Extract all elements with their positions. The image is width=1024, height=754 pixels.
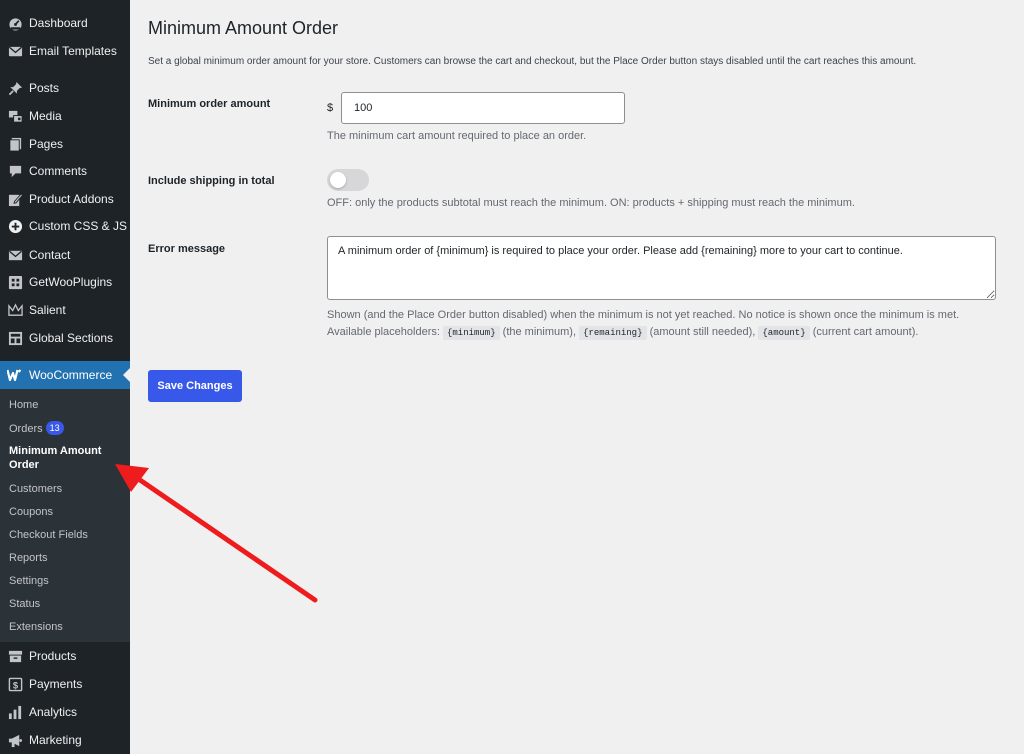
error-help-line1: Shown (and the Place Order button disabl… [327,309,960,321]
archive-icon [7,648,23,664]
sidebar-item-product-addons[interactable]: Product Addons [0,185,130,213]
bar-chart-icon [7,704,23,720]
submenu-item-checkout-fields[interactable]: Checkout Fields [9,528,124,542]
sidebar-item-label: Global Sections [29,331,114,345]
sidebar-item-label: Payments [29,677,83,691]
min-amount-help: The minimum cart amount required to plac… [327,130,587,142]
sidebar-item-marketing[interactable]: Marketing [0,726,130,754]
sidebar-item-comments[interactable]: Comments [0,157,130,185]
sidebar-item-label: Product Addons [29,192,114,206]
currency-symbol: $ [327,102,334,114]
sidebar-item-label: Custom CSS & JS [29,219,128,233]
page-description: Set a global minimum order amount for yo… [148,56,917,67]
page-title: Minimum Amount Order [148,18,339,38]
orders-count-badge: 13 [45,421,64,435]
dollar-icon: $ [7,676,23,692]
sidebar-item-label: Email Templates [29,44,117,58]
comment-icon [7,163,23,179]
submenu-item-label: Orders [9,423,43,435]
sidebar-item-payments[interactable]: $ Payments [0,670,130,698]
sidebar-item-label: Contact [29,248,71,262]
min-amount-label: Minimum order amount [148,98,271,110]
sidebar-item-label: WooCommerce [29,368,113,382]
edit-icon [7,191,23,207]
sidebar-item-label: Salient [29,303,66,317]
submenu-item-extensions[interactable]: Extensions [9,620,124,634]
submenu-item-coupons[interactable]: Coupons [9,505,124,519]
layout-icon [7,330,23,346]
dashboard-icon [7,15,23,31]
submenu-item-customers[interactable]: Customers [9,482,124,496]
shipping-label: Include shipping in total [148,175,275,187]
submenu-item-orders[interactable]: Orders 13 [9,421,124,436]
sidebar-item-woocommerce[interactable]: WooCommerce [0,361,130,389]
submenu-item-minimum-amount-order[interactable]: Minimum Amount Order [9,444,124,472]
grid-icon [7,274,23,290]
placeholder-amount-desc: (current cart amount). [812,326,919,338]
envelope-icon [7,247,23,263]
sidebar-item-dashboard[interactable]: Dashboard [0,9,130,37]
submenu-item-reports[interactable]: Reports [9,551,124,565]
sidebar-item-products[interactable]: Products [0,642,130,670]
sidebar-item-label: Marketing [29,733,82,747]
toggle-knob [330,172,346,188]
pages-icon [7,136,23,152]
sidebar-item-label: Analytics [29,705,78,719]
sidebar-item-global-sections[interactable]: Global Sections [0,324,130,352]
sidebar-item-label: GetWooPlugins [29,275,113,289]
sidebar-item-posts[interactable]: Posts [0,74,130,102]
error-message-textarea[interactable]: A minimum order of {minimum} is required… [327,236,996,300]
sidebar-item-label: Pages [29,137,64,151]
crown-icon [7,302,23,318]
pin-icon [7,80,23,96]
sidebar-item-label: Comments [29,164,88,178]
error-message-label: Error message [148,243,226,255]
megaphone-icon [7,732,23,748]
placeholder-remaining: {remaining} [579,326,647,340]
placeholder-minimum-desc: (the minimum), [502,326,577,338]
sidebar-item-email-templates[interactable]: Email Templates [0,37,130,65]
admin-sidebar: Dashboard Email Templates Posts Media Pa… [0,0,130,754]
email-icon [7,43,23,59]
sidebar-item-label: Posts [29,81,60,95]
submenu-item-home[interactable]: Home [9,398,124,412]
sidebar-item-pages[interactable]: Pages [0,130,130,158]
sidebar-item-getwooplugins[interactable]: GetWooPlugins [0,268,130,296]
current-menu-arrow [123,368,130,382]
media-icon [7,108,23,124]
sidebar-item-contact[interactable]: Contact [0,241,130,269]
save-changes-button[interactable]: Save Changes [148,370,242,402]
sidebar-item-analytics[interactable]: Analytics [0,698,130,726]
sidebar-item-label: Dashboard [29,16,88,30]
sidebar-item-salient[interactable]: Salient [0,296,130,324]
plus-circle-icon [7,218,23,234]
sidebar-item-custom-css-js[interactable]: Custom CSS & JS [0,212,130,240]
min-amount-input[interactable] [341,92,625,124]
woocommerce-icon [7,367,23,383]
svg-text:$: $ [12,680,18,690]
include-shipping-toggle[interactable] [327,169,369,191]
placeholder-remaining-desc: (amount still needed), [649,326,756,338]
sidebar-item-label: Media [29,109,62,123]
placeholder-minimum: {minimum} [443,326,500,340]
placeholders-prefix: Available placeholders: [327,326,440,338]
woocommerce-submenu: Home Orders 13 Minimum Amount Order Custo… [0,389,130,642]
settings-page: Minimum Amount Order Set a global minimu… [148,0,1008,754]
error-message-help: Shown (and the Place Order button disabl… [327,307,959,342]
submenu-item-status[interactable]: Status [9,597,124,611]
submenu-item-settings[interactable]: Settings [9,574,124,588]
sidebar-item-label: Products [29,649,77,663]
shipping-help: OFF: only the products subtotal must rea… [327,197,855,209]
placeholder-amount: {amount} [758,326,810,340]
sidebar-item-media[interactable]: Media [0,102,130,130]
